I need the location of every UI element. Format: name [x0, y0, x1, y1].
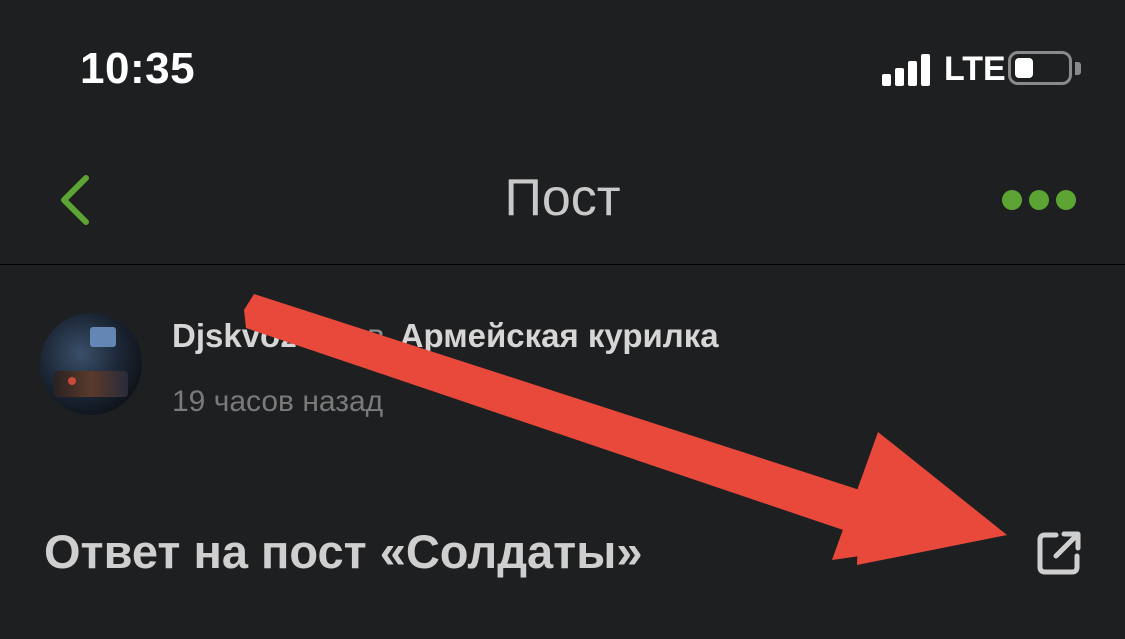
- avatar[interactable]: [40, 313, 142, 415]
- post-title[interactable]: Ответ на пост «Солдаты»: [44, 524, 642, 579]
- share-button[interactable]: [1034, 528, 1084, 578]
- avatar-detail: [68, 377, 76, 385]
- signal-icon: [882, 52, 934, 86]
- author-line: Djskvozvak в Армейская курилка: [172, 317, 719, 355]
- page-title: Пост: [504, 169, 621, 227]
- more-button[interactable]: [994, 186, 1084, 216]
- status-bar: 10:35 LTE: [0, 0, 1125, 140]
- post-time: 19 часов назад: [172, 385, 384, 418]
- battery-level: [1015, 58, 1033, 78]
- author-preposition: в: [366, 317, 385, 354]
- status-time: 10:35: [80, 44, 196, 93]
- post-header: Djskvozvak в Армейская курилка 19 часов …: [0, 265, 1125, 455]
- share-external-icon: [1037, 531, 1081, 575]
- more-dot: [1029, 190, 1049, 210]
- community-name[interactable]: Армейская курилка: [400, 317, 719, 354]
- nav-bar: Пост: [0, 140, 1125, 265]
- battery-icon: [1008, 51, 1072, 85]
- author-name[interactable]: Djskvozvak: [172, 317, 352, 354]
- battery-tip: [1075, 62, 1081, 75]
- network-type: LTE: [944, 50, 1006, 88]
- more-dot: [1056, 190, 1076, 210]
- avatar-detail: [90, 327, 116, 347]
- more-dot: [1002, 190, 1022, 210]
- avatar-detail: [54, 371, 128, 397]
